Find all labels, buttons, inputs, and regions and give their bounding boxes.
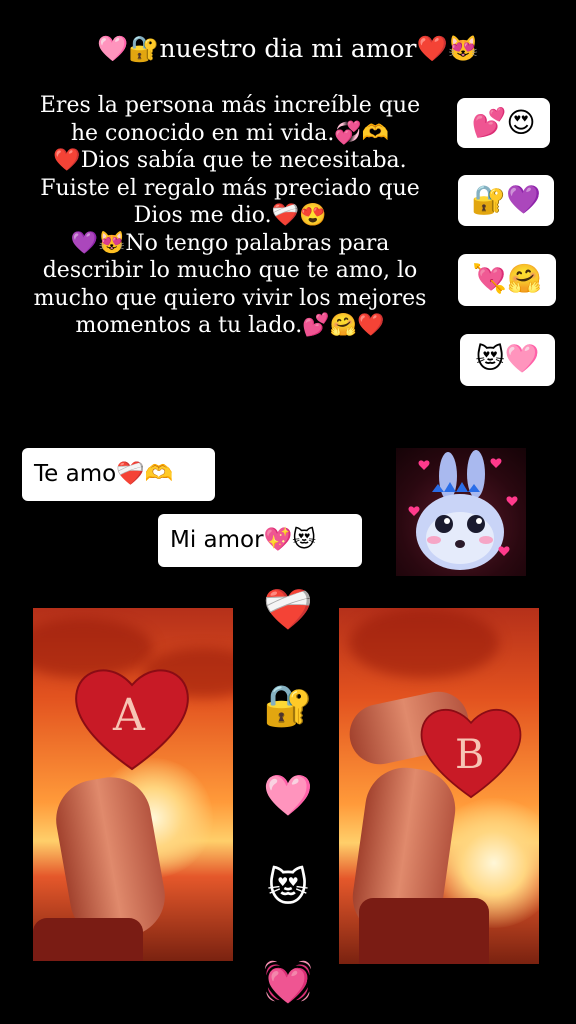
message-line: Eres la persona más increíble que	[39, 93, 421, 118]
cat-heart-eyes-icon: 😻	[267, 865, 309, 911]
post-title: 🩷🔐nuestro dia mi amor❤️😻	[97, 34, 479, 63]
photo-heart-b: B	[339, 608, 539, 964]
te-amo-bubble: Te amo❤️‍🩹🫶	[22, 448, 215, 501]
emoji-box-cat: 😻🩷	[460, 334, 555, 386]
emoji-box-lock: 🔐💜	[458, 175, 554, 226]
message-line: he conocido en mi vida.💞🫶	[70, 120, 390, 146]
cloud	[349, 608, 499, 678]
lock-icon: 🔐	[263, 683, 313, 729]
message-line: momentos a tu lado.💕🤗❤️	[75, 313, 385, 338]
heart-letter-a: A	[113, 690, 145, 741]
bunny-icon	[408, 450, 518, 570]
message-line: 💜😻No tengo palabras para	[70, 230, 390, 256]
message-line: Dios me dio.❤️‍🩹😍	[133, 203, 327, 228]
message-line: ❤️Dios sabía que te necesitaba.	[53, 148, 407, 173]
love-message: Eres la persona más increíble que he con…	[10, 92, 450, 340]
bunny-sticker	[396, 448, 526, 576]
emoji-box-cupid: 💘🤗	[458, 254, 556, 306]
sleeve	[359, 898, 489, 964]
message-line: Fuiste el regalo más preciado que	[40, 175, 420, 201]
photo-heart-a: A	[33, 608, 233, 961]
message-line: mucho que quiero vivir los mejores	[33, 285, 427, 311]
beating-heart-icon: 💓	[263, 959, 313, 1005]
mending-heart-icon: ❤️‍🩹	[263, 587, 313, 633]
message-line: describir lo mucho que te amo, lo	[42, 258, 418, 283]
heart-letter-b: B	[455, 732, 485, 778]
emoji-box-hearts: 💕😍	[457, 98, 550, 148]
pink-heart-icon: 🩷	[263, 773, 313, 819]
sleeve	[33, 918, 143, 961]
mi-amor-bubble: Mi amor💖😻	[158, 514, 362, 567]
